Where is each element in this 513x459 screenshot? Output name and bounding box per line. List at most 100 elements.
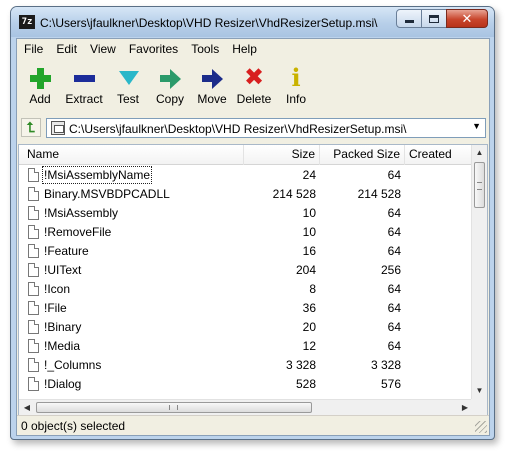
column-header-packed-size[interactable]: Packed Size (320, 145, 405, 165)
row-size: 10 (302, 206, 316, 220)
row-size: 20 (302, 320, 316, 334)
list-row[interactable]: !Dialog 528 576 (19, 375, 474, 394)
row-packed-size: 576 (380, 377, 401, 391)
list-row[interactable]: !Icon 8 64 (19, 280, 474, 299)
list-row[interactable]: !RemoveFile 10 64 (19, 223, 474, 242)
minimize-button[interactable] (396, 9, 422, 28)
move-label: Move (197, 92, 227, 106)
test-button[interactable]: Test (107, 61, 149, 111)
info-button[interactable]: i Info (275, 61, 317, 111)
row-name: !RemoveFile (44, 225, 112, 239)
extract-label: Extract (65, 92, 103, 106)
row-size: 204 (295, 263, 316, 277)
row-size: 214 528 (272, 187, 316, 201)
copy-arrow-icon (158, 66, 182, 90)
row-name: !File (44, 301, 67, 315)
list-row[interactable]: !File 36 64 (19, 299, 474, 318)
scroll-left-icon[interactable]: ◀ (19, 400, 35, 415)
column-header-size[interactable]: Size (244, 145, 320, 165)
file-icon (28, 206, 39, 220)
row-packed-size: 64 (387, 225, 401, 239)
app-icon: 7z (19, 15, 35, 29)
scrollbar-corner (471, 399, 487, 415)
menu-file[interactable]: File (17, 39, 49, 60)
extract-button[interactable]: Extract (61, 61, 107, 111)
scroll-up-icon[interactable]: ▲ (472, 145, 487, 161)
menu-edit[interactable]: Edit (49, 39, 83, 60)
column-header-created[interactable]: Created (405, 145, 474, 165)
delete-label: Delete (236, 92, 272, 106)
row-packed-size: 64 (387, 168, 401, 182)
maximize-button[interactable] (421, 9, 447, 28)
row-size: 8 (309, 282, 316, 296)
file-icon (28, 377, 39, 391)
add-button[interactable]: Add (19, 61, 61, 111)
list-header: Name Size Packed Size Created (19, 145, 474, 165)
menu-favorites[interactable]: Favorites (122, 39, 184, 60)
list-rows: !MsiAssemblyName 24 64 Binary.MSVBDPCADL… (19, 166, 474, 394)
row-size: 24 (302, 168, 316, 182)
maximize-icon (429, 14, 439, 23)
file-icon (28, 282, 39, 296)
row-name: Binary.MSVBDPCADLL (44, 187, 170, 201)
file-icon (28, 187, 39, 201)
menu-tools[interactable]: Tools (184, 39, 225, 60)
resize-grip[interactable] (475, 421, 487, 433)
row-size: 12 (302, 339, 316, 353)
file-icon (28, 244, 39, 258)
window-title: C:\Users\jfaulkner\Desktop\VHD Resizer\V… (40, 16, 378, 30)
close-icon: ✕ (461, 11, 473, 26)
check-triangle-icon (116, 66, 140, 90)
copy-button[interactable]: Copy (149, 61, 191, 111)
row-name: !Binary (44, 320, 82, 334)
row-name: !UIText (44, 263, 82, 277)
vertical-scrollbar[interactable]: ▲ ▼ (471, 145, 487, 399)
row-size: 16 (302, 244, 316, 258)
list-row[interactable]: !_Columns 3 328 3 328 (19, 356, 474, 375)
up-folder-icon: ⮤ (26, 119, 36, 135)
menu-bar: File Edit View Favorites Tools Help (17, 39, 489, 60)
address-path: C:\Users\jfaulkner\Desktop\VHD Resizer\V… (69, 122, 407, 136)
scroll-down-icon[interactable]: ▼ (472, 383, 487, 399)
list-row[interactable]: !Binary 20 64 (19, 318, 474, 337)
menu-help[interactable]: Help (225, 39, 263, 60)
horizontal-scrollbar[interactable]: ◀ ▶ (19, 399, 473, 415)
vertical-scroll-thumb[interactable] (474, 162, 485, 208)
address-dropdown-icon[interactable]: ▼ (472, 121, 481, 131)
list-row[interactable]: !Feature 16 64 (19, 242, 474, 261)
list-row[interactable]: !UIText 204 256 (19, 261, 474, 280)
add-label: Add (29, 92, 51, 106)
row-name: !Icon (44, 282, 71, 296)
file-list[interactable]: Name Size Packed Size Created !MsiAssemb… (18, 144, 488, 416)
list-row[interactable]: !MsiAssemblyName 24 64 (19, 166, 474, 185)
row-name: !Media (44, 339, 81, 353)
plus-icon (28, 66, 52, 90)
list-row[interactable]: !MsiAssembly 10 64 (19, 204, 474, 223)
toolbar: Add Extract Test Copy Move ✖ Delete i In… (17, 61, 489, 113)
column-header-name[interactable]: Name (19, 145, 244, 165)
delete-x-icon: ✖ (243, 64, 265, 91)
title-bar[interactable]: 7z C:\Users\jfaulkner\Desktop\VHD Resize… (11, 7, 494, 37)
app-window: 7z C:\Users\jfaulkner\Desktop\VHD Resize… (10, 6, 495, 440)
close-button[interactable]: ✕ (446, 9, 488, 28)
info-label: Info (285, 92, 306, 106)
address-bar: ⮤ C:\Users\jfaulkner\Desktop\VHD Resizer… (17, 114, 489, 141)
row-packed-size: 64 (387, 206, 401, 220)
delete-button[interactable]: ✖ Delete (233, 61, 275, 111)
archive-icon (51, 121, 65, 135)
list-row[interactable]: !Media 12 64 (19, 337, 474, 356)
file-icon (28, 301, 39, 315)
up-folder-button[interactable]: ⮤ (21, 118, 41, 137)
row-packed-size: 3 328 (370, 358, 401, 372)
move-button[interactable]: Move (191, 61, 233, 111)
row-size: 36 (302, 301, 316, 315)
row-name: !_Columns (44, 358, 102, 372)
address-field[interactable]: C:\Users\jfaulkner\Desktop\VHD Resizer\V… (46, 118, 486, 138)
horizontal-scroll-thumb[interactable] (36, 402, 312, 413)
row-packed-size: 64 (387, 301, 401, 315)
file-icon (28, 339, 39, 353)
row-packed-size: 256 (380, 263, 401, 277)
row-name: !MsiAssembly (44, 206, 119, 220)
list-row[interactable]: Binary.MSVBDPCADLL 214 528 214 528 (19, 185, 474, 204)
menu-view[interactable]: View (83, 39, 122, 60)
